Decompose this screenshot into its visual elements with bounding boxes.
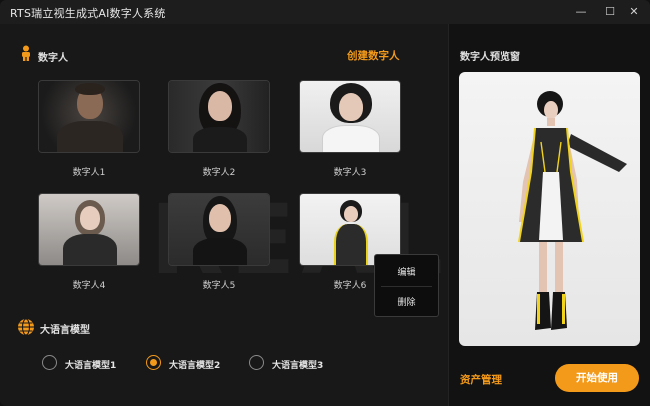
person-icon [20, 45, 32, 61]
digital-human-card-1[interactable] [38, 80, 140, 153]
minimize-button[interactable]: — [572, 3, 590, 21]
menu-divider [381, 286, 432, 287]
llm-radio-3[interactable] [249, 355, 264, 370]
digital-human-card-3[interactable] [299, 80, 401, 153]
digital-human-label-1: 数字人1 [72, 168, 106, 178]
digital-human-label-4: 数字人4 [72, 281, 106, 291]
title-bar: RTS瑞立视生成式AI数字人系统 — ☐ ✕ [0, 0, 650, 24]
digital-human-section-title: 数字人 [38, 53, 68, 64]
llm-option-label-3: 大语言模型3 [272, 361, 324, 371]
digital-human-preview [459, 72, 640, 346]
maximize-button[interactable]: ☐ [601, 3, 619, 21]
delete-menu-item[interactable]: 删除 [375, 295, 438, 308]
llm-section-title: 大语言模型 [40, 325, 90, 336]
edit-menu-item[interactable]: 编辑 [375, 265, 438, 278]
digital-human-label-5: 数字人5 [202, 281, 236, 291]
preview-title: 数字人预览窗 [460, 52, 520, 63]
llm-option-label-1: 大语言模型1 [65, 361, 117, 371]
context-menu: 编辑 删除 [374, 254, 439, 317]
digital-human-label-3: 数字人3 [333, 168, 367, 178]
digital-human-card-4[interactable] [38, 193, 140, 266]
window-title: RTS瑞立视生成式AI数字人系统 [10, 7, 166, 20]
digital-human-card-2[interactable] [168, 80, 270, 153]
create-digital-human-button[interactable]: 创建数字人 [347, 48, 400, 63]
llm-option-label-2: 大语言模型2 [169, 361, 221, 371]
llm-radio-2[interactable] [146, 355, 161, 370]
asset-management-link[interactable]: 资产管理 [460, 372, 502, 387]
close-button[interactable]: ✕ [625, 3, 643, 21]
digital-human-card-5[interactable] [168, 193, 270, 266]
start-button[interactable]: 开始使用 [555, 364, 639, 392]
app-window: RTS瑞立视生成式AI数字人系统 — ☐ ✕ REALIS 数字人 创建数字人 [0, 0, 650, 406]
preview-figure [518, 91, 627, 330]
globe-icon [17, 318, 35, 336]
llm-radio-1[interactable] [42, 355, 57, 370]
digital-human-label-2: 数字人2 [202, 168, 236, 178]
